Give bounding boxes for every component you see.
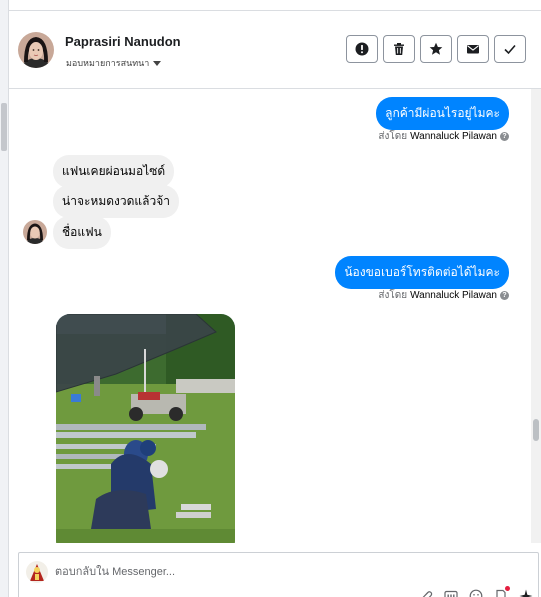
message-photo[interactable] (56, 314, 235, 543)
reply-input[interactable] (55, 563, 355, 581)
message-bubble-outgoing[interactable]: น้องขอเบอร์โทรติดต่อได้ไมคะ (335, 256, 509, 289)
envelope-icon (467, 45, 479, 54)
star-icon (429, 42, 443, 55)
composer-tools (418, 586, 534, 597)
sent-by-label: ส่งโดย Wannaluck Pilawan ? (378, 129, 509, 144)
contact-name[interactable]: Paprasiri Nanudon (65, 34, 181, 49)
thread-scrollbar[interactable] (531, 89, 541, 543)
conversation-header: Paprasiri Nanudon มอบหมายการสนทนา (9, 12, 541, 89)
attachment-button[interactable] (418, 588, 434, 597)
reply-composer (18, 552, 539, 597)
star-button[interactable] (420, 35, 452, 63)
help-icon[interactable]: ? (500, 132, 509, 141)
sparkle-icon (519, 589, 533, 597)
left-panel-edge (0, 0, 9, 597)
sent-by-prefix: ส่งโดย (378, 131, 408, 142)
help-icon[interactable]: ? (500, 291, 509, 300)
ai-assist-button[interactable] (518, 588, 534, 597)
saved-reply-button[interactable] (493, 586, 510, 597)
contact-avatar-small[interactable] (23, 220, 47, 244)
trash-icon (394, 43, 404, 55)
left-scrollbar-thumb[interactable] (1, 103, 7, 151)
attachment-icon (422, 591, 433, 597)
gif-button[interactable] (443, 588, 459, 597)
page-avatar (26, 561, 48, 583)
emoji-icon (469, 589, 483, 597)
contact-avatar[interactable] (18, 32, 54, 68)
gif-icon (444, 590, 458, 597)
check-icon (504, 44, 516, 55)
mark-done-button[interactable] (494, 35, 526, 63)
sent-by-name: Wannaluck Pilawan (410, 131, 497, 142)
emoji-button[interactable] (468, 588, 484, 597)
sent-by-label: ส่งโดย Wannaluck Pilawan ? (378, 288, 509, 303)
message-bubble-incoming[interactable]: น่าจะหมดงวดแล้วจ้า (53, 185, 180, 218)
message-bubble-incoming[interactable]: แฟนเคยผ่อนมอไซด์ (53, 155, 175, 188)
alert-icon (355, 42, 369, 56)
message-bubble-outgoing[interactable]: ลูกค้ามีผ่อนไรอยู่ไมคะ (376, 97, 509, 130)
notification-dot (505, 586, 510, 591)
delete-button[interactable] (383, 35, 415, 63)
assign-conversation-dropdown[interactable]: มอบหมายการสนทนา (66, 56, 162, 70)
sent-by-prefix: ส่งโดย (378, 290, 408, 301)
header-actions (346, 35, 526, 63)
message-bubble-incoming[interactable]: ชื่อแฟน (53, 216, 111, 249)
assign-label: มอบหมายการสนทนา (66, 58, 150, 68)
photo-image (56, 314, 235, 543)
sent-by-name: Wannaluck Pilawan (410, 290, 497, 301)
top-edge (9, 0, 541, 11)
caret-down-icon (153, 61, 162, 66)
mark-unread-button[interactable] (457, 35, 489, 63)
mark-spam-button[interactable] (346, 35, 378, 63)
thread-scrollbar-thumb[interactable] (533, 419, 539, 441)
message-thread: ลูกค้ามีผ่อนไรอยู่ไมคะ ส่งโดย Wannaluck … (9, 89, 541, 543)
